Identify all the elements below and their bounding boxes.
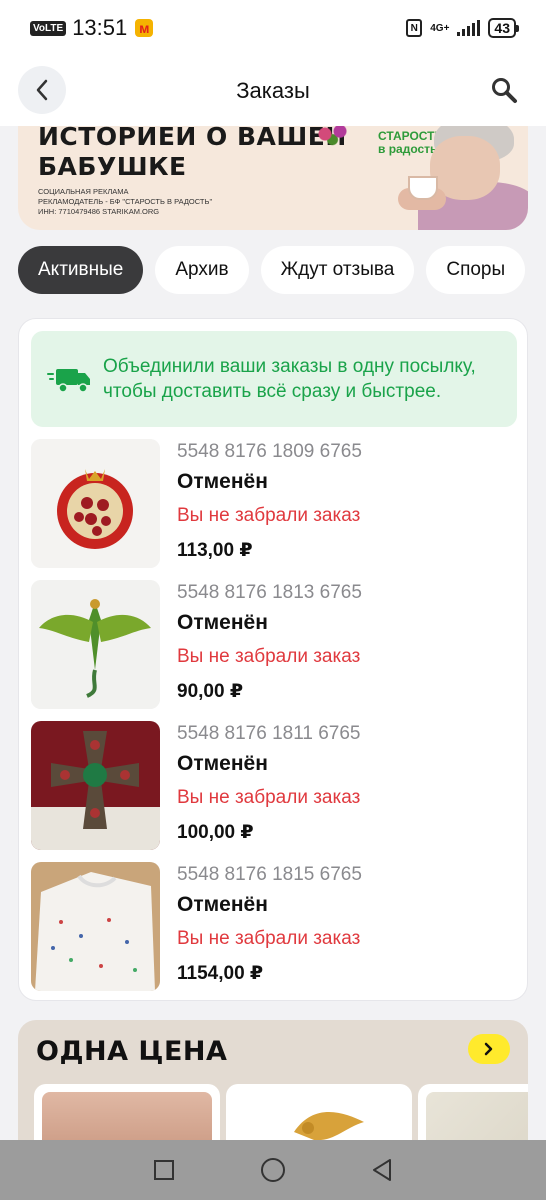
delivery-truck-icon: [43, 364, 95, 394]
chevron-right-icon: [484, 1042, 493, 1056]
order-thumbnail: [31, 862, 160, 991]
order-item[interactable]: 5548 8176 1809 6765 Отменён Вы не забрал…: [31, 439, 517, 569]
order-thumbnail: [31, 721, 160, 850]
volte-indicator: VoLTE: [30, 20, 67, 36]
order-item[interactable]: 5548 8176 1813 6765 Отменён Вы не забрал…: [31, 580, 517, 710]
status-icons: N 4G+ 43: [406, 18, 519, 38]
order-thumbnail: [31, 439, 160, 568]
order-price: 113,00 ₽: [177, 540, 253, 561]
order-number: 5548 8176 1809 6765: [177, 441, 362, 462]
banner-headline: ИСТОРИЕЙ О ВАШЕЙ БАБУШКЕ: [38, 126, 347, 181]
tab-awaiting-review[interactable]: Ждут отзыва: [260, 246, 415, 294]
search-icon: [492, 78, 517, 103]
search-button[interactable]: [484, 70, 524, 110]
order-cancel-reason: Вы не забрали заказ: [177, 928, 361, 949]
battery-icon: 43: [488, 18, 519, 38]
page-title: Заказы: [236, 78, 310, 103]
network-type: 4G+: [430, 22, 450, 34]
tab-active[interactable]: Активные: [18, 246, 144, 294]
banner-disclaimer: СОЦИАЛЬНАЯ РЕКЛАМА РЕКЛАМОДАТЕЛЬ - БФ "С…: [38, 187, 213, 216]
app-header: Заказы: [0, 56, 546, 126]
order-status: Отменён: [177, 752, 268, 775]
order-price: 1154,00 ₽: [177, 963, 264, 984]
home-icon[interactable]: [260, 1157, 286, 1183]
order-item[interactable]: 5548 8176 1815 6765 Отменён Вы не забрал…: [31, 862, 517, 992]
order-cancel-reason: Вы не забрали заказ: [177, 505, 361, 526]
order-number: 5548 8176 1813 6765: [177, 582, 362, 603]
order-number: 5548 8176 1815 6765: [177, 864, 362, 885]
system-nav-bar: [0, 1140, 546, 1200]
order-tabs: Активные Архив Ждут отзыва Споры: [18, 246, 546, 294]
order-status: Отменён: [177, 893, 268, 916]
order-thumbnail: [31, 580, 160, 709]
tab-archive[interactable]: Архив: [155, 246, 249, 294]
merge-notice: Объединили ваши заказы в одну посылку, ч…: [31, 331, 517, 427]
order-cancel-reason: Вы не забрали заказ: [177, 646, 361, 667]
promo-banner[interactable]: ИСТОРИЕЙ О ВАШЕЙ БАБУШКЕ СОЦИАЛЬНАЯ РЕКЛ…: [18, 126, 528, 230]
back-button[interactable]: [18, 66, 66, 114]
nfc-icon: N: [406, 19, 423, 37]
chevron-left-icon: [36, 79, 48, 101]
section-title: ОДНА ЦЕНА: [36, 1036, 228, 1067]
back-nav-icon[interactable]: [371, 1158, 393, 1182]
order-number: 5548 8176 1811 6765: [177, 723, 361, 744]
orders-card: Объединили ваши заказы в одну посылку, ч…: [18, 318, 528, 1001]
order-status: Отменён: [177, 611, 268, 634]
order-price: 100,00 ₽: [177, 822, 254, 843]
status-bar: VoLTE 13:51 м N 4G+ 43: [0, 0, 546, 56]
clock: 13:51: [72, 15, 128, 40]
tab-disputes[interactable]: Споры: [426, 246, 526, 294]
signal-icon: [457, 20, 481, 36]
see-all-button[interactable]: [468, 1034, 510, 1064]
recents-icon[interactable]: [153, 1159, 175, 1181]
order-cancel-reason: Вы не забрали заказ: [177, 787, 361, 808]
order-item[interactable]: 5548 8176 1811 6765 Отменён Вы не забрал…: [31, 721, 517, 851]
merge-notice-text: Объединили ваши заказы в одну посылку, ч…: [103, 356, 476, 402]
notification-app-icon: м: [135, 19, 154, 37]
grandmother-photo: [368, 126, 528, 230]
order-status: Отменён: [177, 470, 268, 493]
order-price: 90,00 ₽: [177, 681, 244, 702]
